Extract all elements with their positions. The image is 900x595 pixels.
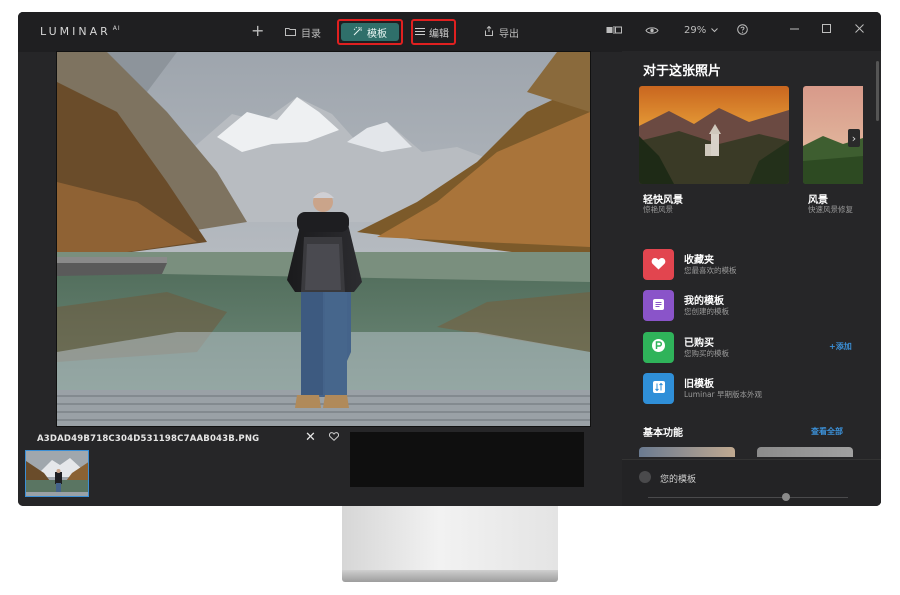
minimize-button[interactable] — [790, 22, 799, 36]
add-photos-button[interactable]: + — [251, 21, 264, 40]
chevron-right-icon: › — [851, 131, 857, 145]
close-window-button[interactable] — [855, 22, 864, 37]
monitor-stand-neck — [342, 506, 558, 570]
preview-toggle[interactable] — [645, 24, 659, 38]
purchased-icon-box — [643, 332, 674, 363]
maximize-button[interactable] — [822, 23, 831, 36]
amount-slider-track[interactable] — [648, 497, 848, 498]
item-subtitle: 您创建的模板 — [684, 307, 729, 316]
purchase-badge-icon — [651, 338, 666, 357]
monitor-frame: LUMINAR AI + 目录 模板 编辑 导出 29% A3DAD49B718… — [18, 12, 881, 506]
top-toolbar: LUMINAR AI + 目录 模板 编辑 导出 29% — [18, 12, 881, 52]
castle-landscape-thumbnail — [639, 86, 789, 184]
item-subtitle: 您最喜欢的模板 — [684, 266, 737, 275]
item-subtitle: Luminar 早期版本外观 — [684, 390, 763, 399]
add-purchased-link[interactable]: +添加 — [829, 341, 852, 352]
your-templates-icon — [639, 471, 651, 483]
templates-label: 模板 — [367, 28, 387, 40]
basic-template-thumbnail[interactable] — [639, 447, 735, 457]
edit-label: 编辑 — [429, 29, 449, 40]
favorites-icon-box — [643, 249, 674, 280]
item-title: 我的模板 — [684, 296, 724, 307]
magic-wand-icon — [353, 26, 363, 39]
tooltip-overlay-box — [350, 432, 584, 487]
maximize-icon — [822, 23, 831, 36]
favorites-item[interactable]: 收藏夹 您最喜欢的模板 — [643, 249, 873, 281]
app-window: LUMINAR AI + 目录 模板 编辑 导出 29% A3DAD49B718… — [18, 12, 881, 506]
view-all-link[interactable]: 查看全部 — [811, 426, 843, 437]
compare-toggle[interactable] — [606, 26, 622, 37]
catalog-label: 目录 — [301, 29, 321, 40]
close-icon — [855, 22, 864, 37]
templates-tab[interactable]: 模板 — [341, 23, 399, 41]
zoom-value: 29% — [684, 25, 707, 36]
swap-arrows-icon — [652, 379, 666, 398]
zoom-dropdown[interactable]: 29% — [684, 25, 719, 36]
filmstrip-thumbnail[interactable] — [25, 450, 89, 497]
logo-superscript: AI — [112, 25, 121, 32]
eye-icon — [645, 24, 659, 38]
folder-icon — [285, 27, 296, 39]
monitor-stand-foot — [342, 570, 558, 582]
main-photo-canvas[interactable] — [56, 51, 591, 427]
your-templates-bar: 您的模板 — [622, 459, 881, 506]
item-title: 已购买 — [684, 338, 714, 349]
share-icon — [484, 25, 494, 39]
document-icon — [652, 296, 665, 315]
templates-panel: 对于这张照片 › 轻快风景 惊艳风景 风景 快速风景修复 收藏夹 您最喜欢的模板… — [622, 51, 881, 506]
legacy-templates-item[interactable]: 旧模板 Luminar 早期版本外观 — [643, 373, 873, 405]
heart-outline-icon — [328, 431, 340, 444]
legacy-templates-icon-box — [643, 373, 674, 404]
compare-icon — [606, 26, 622, 37]
panel-scrollbar[interactable] — [876, 61, 879, 121]
carousel-next-button[interactable]: › — [848, 129, 860, 147]
favorite-button[interactable] — [328, 431, 340, 444]
logo-text: LUMINAR — [40, 25, 111, 38]
edit-tab[interactable]: 编辑 — [415, 25, 449, 40]
basic-functions-heading: 基本功能 — [643, 428, 683, 439]
basic-template-thumbnail[interactable] — [757, 447, 853, 457]
my-templates-item[interactable]: 我的模板 您创建的模板 — [643, 290, 873, 322]
chevron-down-icon — [711, 25, 719, 36]
catalog-tab[interactable]: 目录 — [285, 25, 321, 40]
question-icon — [737, 24, 748, 38]
photo-filename: A3DAD49B718C304D531198C7AAB043B.PNG — [37, 434, 260, 444]
item-subtitle: 您购买的模板 — [684, 349, 729, 358]
sliders-icon — [415, 27, 425, 39]
minimize-icon — [790, 22, 799, 36]
reject-button[interactable]: ✕ — [305, 430, 316, 445]
my-templates-icon-box — [643, 290, 674, 321]
item-title: 旧模板 — [684, 379, 714, 390]
card-subtitle: 惊艳风景 — [643, 205, 673, 214]
card-subtitle: 快速风景修复 — [808, 205, 853, 214]
landscape-photo — [57, 52, 590, 426]
export-button[interactable]: 导出 — [484, 25, 519, 40]
panel-title: 对于这张照片 — [643, 64, 722, 79]
item-title: 收藏夹 — [684, 255, 714, 266]
template-card-light-landscape[interactable] — [639, 86, 789, 184]
heart-icon — [651, 255, 666, 274]
help-button[interactable] — [737, 24, 748, 38]
your-templates-label: 您的模板 — [660, 475, 697, 485]
export-label: 导出 — [499, 29, 519, 40]
amount-slider-handle[interactable] — [782, 493, 790, 501]
app-logo: LUMINAR AI — [40, 25, 121, 38]
